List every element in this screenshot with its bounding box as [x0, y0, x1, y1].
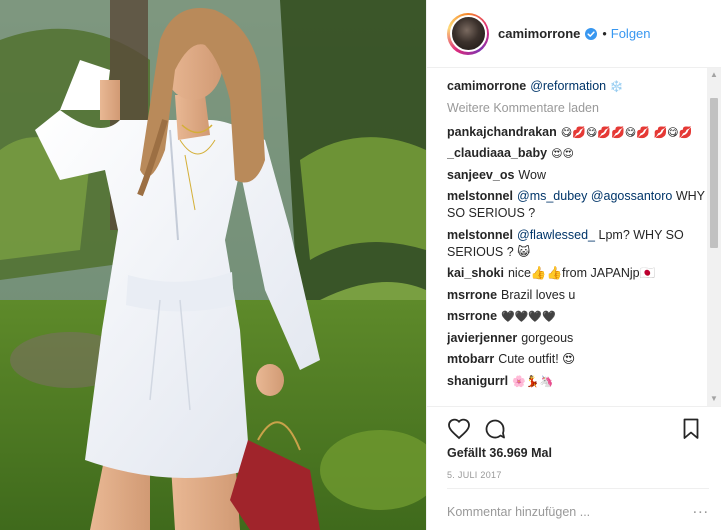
comment-item: msrrone 🖤🖤🖤🖤 — [447, 308, 707, 325]
comment-text: nice👍👍from JAPANjp🇯🇵 — [507, 266, 656, 280]
header-username[interactable]: camimorrone — [498, 26, 580, 41]
comment-text: Wow — [518, 167, 546, 182]
post-header: camimorrone • Folgen — [427, 0, 721, 68]
post-side-panel: camimorrone • Folgen camimorrone @reforma… — [426, 0, 721, 530]
add-comment-section: ... — [447, 488, 709, 530]
comment-mention[interactable]: @flawlessed_ — [517, 228, 595, 242]
comment-item: javierjenner gorgeous — [447, 330, 707, 347]
more-options-button[interactable]: ... — [693, 501, 709, 517]
comment-text: 🖤🖤🖤🖤 — [501, 310, 556, 323]
comment-text: Cute outfit! 😍 — [498, 352, 576, 366]
comment-username[interactable]: msrrone — [447, 288, 497, 302]
post-date: 5. JULI 2017 — [447, 470, 502, 480]
caption-mention[interactable]: @reformation — [530, 79, 606, 93]
comment-username[interactable]: pankajchandrakan — [447, 125, 557, 139]
comment-username[interactable]: javierjenner — [447, 331, 517, 345]
action-bar — [427, 406, 721, 448]
caption-username[interactable]: camimorrone — [447, 79, 526, 93]
comment-text: 😋💋😋💋💋😋💋 💋😋💋 — [560, 125, 693, 139]
comment-username[interactable]: shanigurrl — [447, 374, 508, 388]
separator-dot: • — [602, 26, 607, 41]
comment-username[interactable]: melstonnel — [447, 228, 513, 242]
comment-username[interactable]: sanjeev_os — [447, 168, 514, 182]
load-more-comments-button[interactable]: Weitere Kommentare laden — [447, 100, 707, 117]
scroll-down-arrow[interactable]: ▼ — [707, 392, 721, 406]
scroll-thumb[interactable] — [710, 98, 718, 248]
comment-item: pankajchandrakan 😋💋😋💋💋😋💋 💋😋💋 — [447, 124, 707, 141]
follow-button[interactable]: Folgen — [611, 26, 651, 41]
comment-input[interactable] — [447, 501, 709, 523]
post-photo[interactable] — [0, 0, 426, 530]
comment-item: msrrone Brazil loves u — [447, 287, 707, 304]
comments-scrollbar[interactable]: ▲ ▼ — [707, 68, 721, 406]
comment-text: gorgeous — [521, 330, 574, 345]
scroll-up-arrow[interactable]: ▲ — [707, 68, 721, 82]
comment-item: melstonnel @flawlessed_ Lpm? WHY SO SERIO… — [447, 227, 707, 261]
caption-emoji: ❄️ — [609, 80, 624, 93]
comment-mention[interactable]: @ms_dubey @agossantoro — [517, 189, 672, 203]
comment-item: sanjeev_os Wow — [447, 167, 707, 184]
post-image — [0, 0, 426, 530]
comments-list: camimorrone @reformation ❄️ Weitere Komme… — [447, 78, 707, 404]
instagram-post: camimorrone • Folgen camimorrone @reforma… — [0, 0, 721, 530]
caption: camimorrone @reformation ❄️ — [447, 78, 707, 95]
comment-item: kai_shoki nice👍👍from JAPANjp🇯🇵 — [447, 265, 707, 282]
heart-icon[interactable] — [447, 417, 471, 441]
comment-item: mtobarr Cute outfit! 😍 — [447, 351, 707, 368]
comment-username[interactable]: mtobarr — [447, 352, 494, 366]
comment-username[interactable]: kai_shoki — [447, 266, 504, 280]
likes-count[interactable]: Gefällt 36.969 Mal — [447, 446, 552, 460]
avatar-story-ring[interactable] — [447, 12, 489, 55]
comment-text: 😍😍 — [551, 147, 574, 160]
comment-text: Brazil loves u — [501, 287, 576, 302]
comment-username[interactable]: melstonnel — [447, 189, 513, 203]
comment-item: _claudiaaa_baby 😍😍 — [447, 145, 707, 162]
comment-bubble-icon[interactable] — [483, 417, 507, 441]
bookmark-icon[interactable] — [679, 417, 703, 441]
verified-badge-icon — [585, 27, 598, 40]
comment-username[interactable]: msrrone — [447, 309, 497, 323]
comment-item: shanigurrl 🌸💃🦄 — [447, 373, 707, 390]
comment-username[interactable]: _claudiaaa_baby — [447, 146, 547, 160]
comment-text: 🌸💃🦄 — [512, 374, 554, 388]
avatar[interactable] — [449, 15, 487, 52]
comment-item: melstonnel @ms_dubey @agossantoro WHY SO … — [447, 188, 707, 222]
